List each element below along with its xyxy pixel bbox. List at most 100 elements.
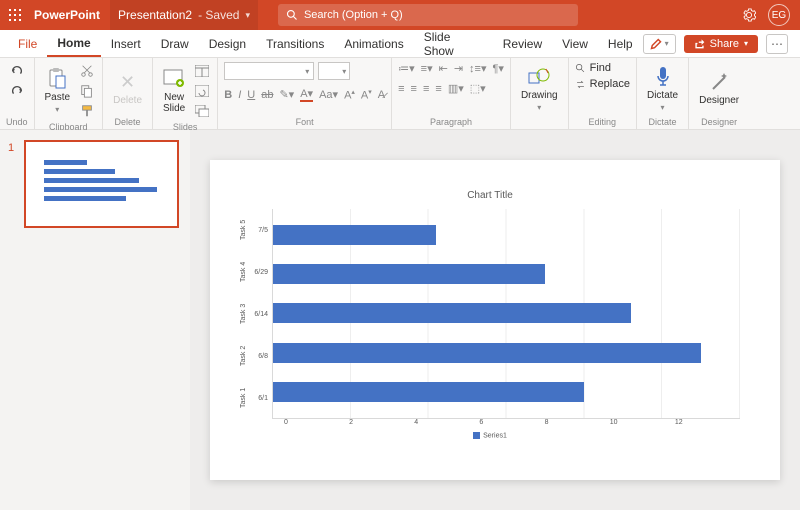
replace-button[interactable]: Replace — [575, 78, 630, 90]
tab-file[interactable]: File — [8, 30, 47, 57]
ylabel: Task 5 — [240, 212, 247, 248]
slide[interactable]: Chart Title Task 5 Task 4 Task 3 Task 2 … — [210, 160, 780, 480]
group-font: ▾ ▾ B I U ab ✎▾ A▾ Aa▾ A▴ A▾ A̷ Font — [218, 58, 392, 129]
search-icon — [575, 63, 586, 74]
date-label: 6/1 — [250, 395, 268, 402]
date-label: 6/8 — [250, 353, 268, 360]
chart-bar — [273, 225, 436, 245]
tab-animations[interactable]: Animations — [334, 30, 413, 57]
group-label-delete: Delete — [115, 115, 141, 127]
strikethrough-button[interactable]: ab — [261, 89, 273, 101]
copy-button[interactable] — [78, 82, 96, 100]
chart-plot — [272, 209, 740, 419]
smartart-button[interactable]: ⬚▾ — [470, 82, 486, 95]
line-spacing-button[interactable]: ↕≡▾ — [469, 62, 486, 75]
numbering-button[interactable]: ≡▾ — [421, 62, 433, 75]
paste-button[interactable]: Paste ▾ — [41, 66, 75, 116]
slide-canvas[interactable]: Chart Title Task 5 Task 4 Task 3 Task 2 … — [190, 130, 800, 510]
font-color-button[interactable]: A▾ — [300, 87, 313, 102]
title-bar: PowerPoint Presentation2 - Saved ▾ Searc… — [0, 0, 800, 30]
magic-wand-icon — [710, 71, 728, 93]
tab-draw[interactable]: Draw — [151, 30, 199, 57]
section-button[interactable] — [193, 102, 211, 120]
dictate-button[interactable]: Dictate ▾ — [643, 64, 682, 114]
columns-button[interactable]: ▥▾ — [448, 82, 464, 95]
indent-left-button[interactable]: ⇤ — [439, 62, 448, 75]
justify-button[interactable]: ≡ — [435, 83, 441, 95]
layout-button[interactable] — [193, 62, 211, 80]
workspace: 1 Chart Title Task 5 Task 4 Task 3 — [0, 130, 800, 510]
x-tick: 12 — [675, 419, 740, 426]
pen-icon — [650, 38, 662, 50]
share-label: Share — [710, 38, 739, 50]
tab-transitions[interactable]: Transitions — [256, 30, 334, 57]
app-name: PowerPoint — [30, 8, 110, 22]
align-right-button[interactable]: ≡ — [423, 83, 429, 95]
align-left-button[interactable]: ≡ — [398, 83, 404, 95]
tab-slideshow[interactable]: Slide Show — [414, 30, 493, 57]
highlight-button[interactable]: ✎▾ — [279, 88, 294, 101]
grow-font-button[interactable]: A▴ — [344, 88, 355, 102]
chart-x-axis: 024681012 — [240, 419, 740, 426]
editing-mode-button[interactable]: ▾ — [643, 34, 676, 54]
gear-icon[interactable] — [742, 8, 756, 22]
group-label-designer: Designer — [701, 115, 737, 127]
clear-format-button[interactable]: A̷ — [378, 89, 385, 101]
italic-button[interactable]: I — [238, 89, 241, 101]
app-launcher-icon[interactable] — [0, 9, 30, 21]
chart-bar — [273, 343, 701, 363]
tab-view[interactable]: View — [552, 30, 598, 57]
date-label: 6/29 — [250, 269, 268, 276]
share-button[interactable]: Share ▾ — [684, 35, 758, 53]
chevron-down-icon: ▾ — [537, 103, 541, 112]
x-tick: 4 — [414, 419, 479, 426]
slide-number: 1 — [8, 140, 18, 228]
new-slide-button[interactable]: New Slide — [159, 66, 189, 116]
new-slide-icon — [163, 69, 185, 89]
tab-review[interactable]: Review — [493, 30, 552, 57]
designer-button[interactable]: Designer — [695, 69, 743, 108]
slide-thumbnail-panel: 1 — [0, 130, 190, 510]
legend-label: Series1 — [483, 432, 507, 439]
tab-home[interactable]: Home — [47, 30, 100, 57]
reset-button[interactable] — [193, 82, 211, 100]
font-size-select[interactable]: ▾ — [318, 62, 350, 80]
font-family-select[interactable]: ▾ — [224, 62, 314, 80]
chart-bar — [273, 264, 545, 284]
align-center-button[interactable]: ≡ — [411, 83, 417, 95]
chart-bar — [273, 303, 631, 323]
document-title-block[interactable]: Presentation2 - Saved ▾ — [110, 0, 258, 30]
indent-right-button[interactable]: ⇥ — [454, 62, 463, 75]
group-delete: ✕ Delete Delete — [103, 58, 153, 129]
ylabel: Task 3 — [240, 296, 247, 332]
change-case-button[interactable]: Aa▾ — [319, 88, 338, 101]
drawing-button[interactable]: Drawing ▾ — [517, 64, 562, 114]
more-button[interactable]: ⋯ — [766, 34, 788, 54]
search-input[interactable]: Search (Option + Q) — [278, 4, 578, 26]
undo-button[interactable] — [8, 62, 26, 80]
format-painter-button[interactable] — [78, 102, 96, 120]
thumbnail-chart-preview — [44, 156, 167, 216]
bullets-button[interactable]: ≔▾ — [398, 62, 415, 75]
tab-help[interactable]: Help — [598, 30, 643, 57]
chevron-down-icon: ▾ — [245, 10, 250, 21]
ribbon: Undo Paste ▾ Clipboard ✕ Delete Delete — [0, 58, 800, 130]
bold-button[interactable]: B — [224, 89, 232, 101]
find-button[interactable]: Find — [575, 62, 611, 74]
group-label-font: Font — [224, 115, 385, 127]
chevron-down-icon: ▾ — [55, 105, 59, 114]
slide-thumbnail-1[interactable] — [24, 140, 179, 228]
redo-button[interactable] — [8, 82, 26, 100]
delete-icon: ✕ — [120, 71, 135, 93]
shrink-font-button[interactable]: A▾ — [361, 88, 372, 102]
text-direction-button[interactable]: ¶▾ — [493, 62, 504, 75]
chart-legend: Series1 — [240, 432, 740, 439]
tab-insert[interactable]: Insert — [101, 30, 151, 57]
cut-button[interactable] — [78, 62, 96, 80]
avatar[interactable]: EG — [768, 4, 790, 26]
chart-secondary-labels: 7/5 6/29 6/14 6/8 6/1 — [250, 209, 272, 419]
search-placeholder: Search (Option + Q) — [304, 9, 403, 21]
tab-design[interactable]: Design — [199, 30, 256, 57]
group-label-undo: Undo — [6, 115, 28, 127]
underline-button[interactable]: U — [247, 89, 255, 101]
